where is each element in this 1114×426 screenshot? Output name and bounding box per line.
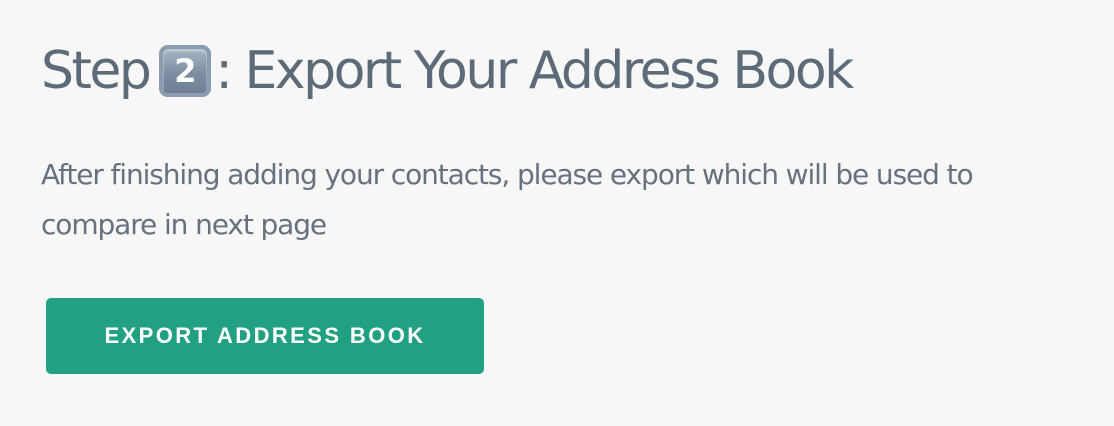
page-title: Step 2 : Export Your Address Book xyxy=(41,38,854,104)
step-description: After finishing adding your contacts, pl… xyxy=(41,158,974,241)
export-step-section: Step 2 : Export Your Address Book After … xyxy=(0,0,1114,426)
title-prefix: Step xyxy=(41,41,152,101)
keycap-digit-two-icon: 2 xyxy=(159,45,212,97)
step-number: 2 xyxy=(174,52,197,90)
title-suffix: : Export Your Address Book xyxy=(215,41,854,101)
export-address-book-button[interactable]: EXPORT ADDRESS BOOK xyxy=(46,298,484,374)
